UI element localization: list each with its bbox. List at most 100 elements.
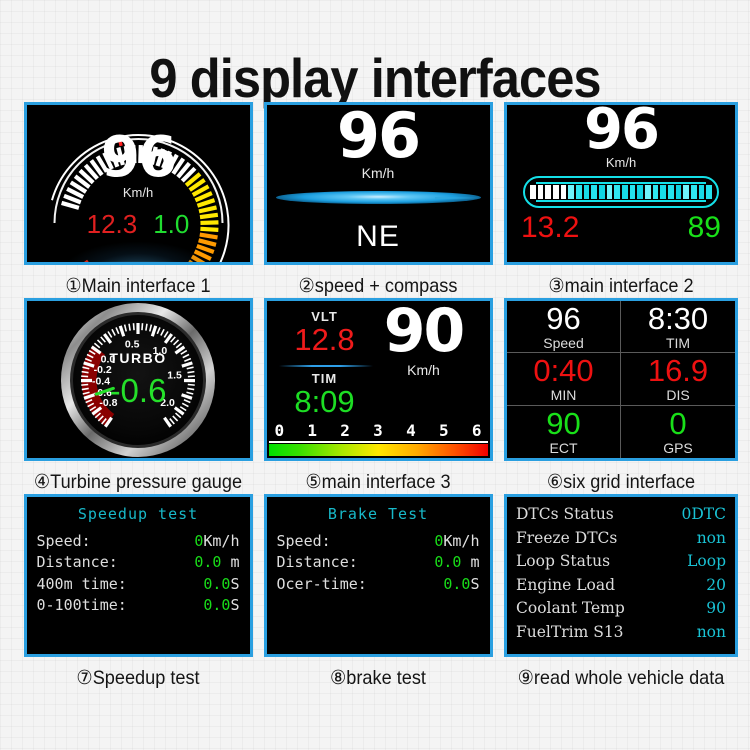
grid-cell-label: TIM xyxy=(665,334,691,351)
compass-direction: NE xyxy=(356,219,400,253)
voltage-value: 13.2 xyxy=(521,210,580,244)
readout-value: 0.0 xyxy=(434,553,462,572)
bar-segment xyxy=(599,184,605,199)
grid-cell[interactable]: 90 ECT xyxy=(507,405,621,458)
aux-value: 89 xyxy=(687,210,721,244)
speed-value: 96 xyxy=(336,102,421,172)
vehicle-data-row: FuelTrim S13 non xyxy=(513,621,729,645)
grid-cell-value: 8:30 xyxy=(647,300,709,336)
secondary-readouts: 12.3 1.0 xyxy=(27,209,250,240)
scale-tick: 6 xyxy=(471,421,482,440)
readout-row: 400m time: 0.0S xyxy=(35,574,242,595)
grid-cell[interactable]: 8:30 TIM xyxy=(621,300,735,354)
display-main-interface-3[interactable]: VLT 12.8 TIM 8:09 90 Km/h 0 1 2 3 4 5 6 xyxy=(263,298,493,461)
readout-value: 0.0 xyxy=(203,595,231,614)
panel-cell-2: 96 Km/h NE ②speed + compass xyxy=(258,102,498,298)
bar-segment xyxy=(706,184,713,199)
readout-row: 0-100time: 0.0S xyxy=(35,595,242,616)
turbo-dial: -0.8-0.6-0.4-0.20.00.51.01.52.0 TURBO -0… xyxy=(61,302,215,457)
readout-row: Ocer-time: 0.0S xyxy=(275,574,482,595)
readout-unit: S xyxy=(230,574,240,593)
vehicle-data-label: DTCs Status xyxy=(516,505,614,523)
readout-value-group: 0.0S xyxy=(203,574,239,595)
readout-row: Distance: 0.0 m xyxy=(275,552,482,573)
display-read-whole-vehicle-data[interactable]: DTCs Status 0DTC Freeze DTCs non Loop Status… xyxy=(504,494,738,657)
display-six-grid-interface[interactable]: 96 Speed 8:30 TIM 0:40 MIN 16.9 DIS 90 ECT 0 GPS xyxy=(504,298,738,461)
aux-value: 1.0 xyxy=(153,209,190,239)
display-main-interface-1[interactable]: 96 Km/h 12.3 1.0 xyxy=(23,102,253,265)
dial-tick-label: 0.5 xyxy=(125,338,140,350)
speed-unit: Km/h xyxy=(361,164,395,181)
vehicle-data-value: 90 xyxy=(706,599,726,618)
speed-value: 90 xyxy=(383,298,466,366)
speed-readout-group: 96 Km/h xyxy=(27,130,250,200)
display-main-interface-2[interactable]: 96 Km/h 13.2 89 xyxy=(504,102,738,265)
scale-tick: 3 xyxy=(373,421,383,440)
bar-segment xyxy=(691,184,697,199)
grid-cell[interactable]: 0:40 MIN xyxy=(507,353,621,406)
readout-row: Speed: 0Km/h xyxy=(35,531,242,552)
readout-label: 400m time: xyxy=(36,574,127,593)
readout-label: Ocer-time: xyxy=(276,574,367,593)
vehicle-data-label: Coolant Temp xyxy=(516,599,625,618)
display-speedup-test[interactable]: Speedup test Speed: 0Km/h Distance: 0.0 m 40… xyxy=(23,494,253,657)
bar-segment xyxy=(668,184,674,199)
vlt-value: 12.8 xyxy=(294,322,355,357)
scale-tick: 5 xyxy=(438,421,449,440)
grid-cell-value: 96 xyxy=(546,300,581,336)
grid-cell-label: DIS xyxy=(666,386,690,403)
panel-cell-1: 96 Km/h 12.3 1.0 ①Main interface 1 xyxy=(18,102,258,298)
speed-unit: Km/h xyxy=(407,362,440,379)
readout-label: Distance: xyxy=(36,553,118,572)
readout-unit: Km/h xyxy=(443,532,480,550)
bar-segment xyxy=(560,184,567,199)
readout-unit: S xyxy=(230,595,240,614)
bar-segment xyxy=(545,184,552,199)
speed-unit: Km/h xyxy=(605,154,637,170)
vehicle-data-row: Coolant Temp 90 xyxy=(513,597,729,621)
bar-segment xyxy=(537,184,544,199)
vehicle-data-value: 20 xyxy=(706,575,726,594)
grid-cell[interactable]: 0 GPS xyxy=(621,406,735,458)
panel-caption-2: ②speed + compass xyxy=(298,274,458,297)
display-turbine-pressure-gauge[interactable]: -0.8-0.6-0.4-0.20.00.51.01.52.0 TURBO -0… xyxy=(23,298,253,461)
panel-caption-8: ⑧brake test xyxy=(330,666,426,689)
panel-cell-8: Brake Test Speed: 0Km/h Distance: 0.0 m Ocer… xyxy=(258,494,498,690)
display-brake-test[interactable]: Brake Test Speed: 0Km/h Distance: 0.0 m Ocer… xyxy=(263,494,493,657)
display-speed-compass[interactable]: 96 Km/h NE xyxy=(263,102,493,265)
readout-label: Speed: xyxy=(36,532,91,550)
page-title: 9 display interfaces xyxy=(149,46,601,109)
panel-cell-6: 96 Speed 8:30 TIM 0:40 MIN 16.9 DIS 90 ECT 0 GPS ⑥s… xyxy=(498,298,744,494)
readout-label: Distance: xyxy=(276,553,358,572)
readout-value: 0.0 xyxy=(443,574,471,593)
speed-unit: Km/h xyxy=(122,184,154,200)
bar-segment xyxy=(591,184,598,199)
scale-tick: 1 xyxy=(307,421,318,440)
grid-cell-value: 0 xyxy=(669,405,687,441)
panel-caption-6: ⑥six grid interface xyxy=(546,470,696,493)
grid-cell[interactable]: 16.9 DIS xyxy=(621,353,735,406)
secondary-readouts: 13.2 89 xyxy=(507,211,735,245)
screen-title: Brake Test xyxy=(327,505,429,523)
panel-cell-4: -0.8-0.6-0.4-0.20.00.51.01.52.0 TURBO -0… xyxy=(18,298,258,494)
bar-segment xyxy=(553,184,559,199)
six-grid: 96 Speed 8:30 TIM 0:40 MIN 16.9 DIS 90 ECT 0 GPS xyxy=(507,301,735,458)
bar-segment xyxy=(622,184,628,199)
section-divider xyxy=(278,365,373,367)
vehicle-data-label: Loop Status xyxy=(516,552,611,571)
panel-caption-4: ④Turbine pressure gauge xyxy=(33,470,243,493)
bar-segment xyxy=(683,184,690,199)
grid-cell-label: GPS xyxy=(663,439,693,456)
readout-rows: Speed: 0Km/h Distance: 0.0 m Ocer-time: 0.0S xyxy=(275,531,482,595)
readout-value-group: 0.0S xyxy=(203,595,239,616)
vehicle-data-row: Loop Status Loop xyxy=(513,550,729,574)
vehicle-data-row: Engine Load 20 xyxy=(513,574,729,598)
panel-caption-1: ①Main interface 1 xyxy=(65,274,211,297)
panel-caption-5: ⑤main interface 3 xyxy=(305,470,451,493)
panel-caption-9: ⑨read whole vehicle data xyxy=(517,666,725,689)
speed-segment-bar xyxy=(523,175,719,208)
scale-tick: 4 xyxy=(406,421,416,440)
readout-row: Speed: 0Km/h xyxy=(275,531,482,552)
grid-cell[interactable]: 96 Speed xyxy=(507,300,621,354)
voltage-value: 12.3 xyxy=(86,209,138,239)
